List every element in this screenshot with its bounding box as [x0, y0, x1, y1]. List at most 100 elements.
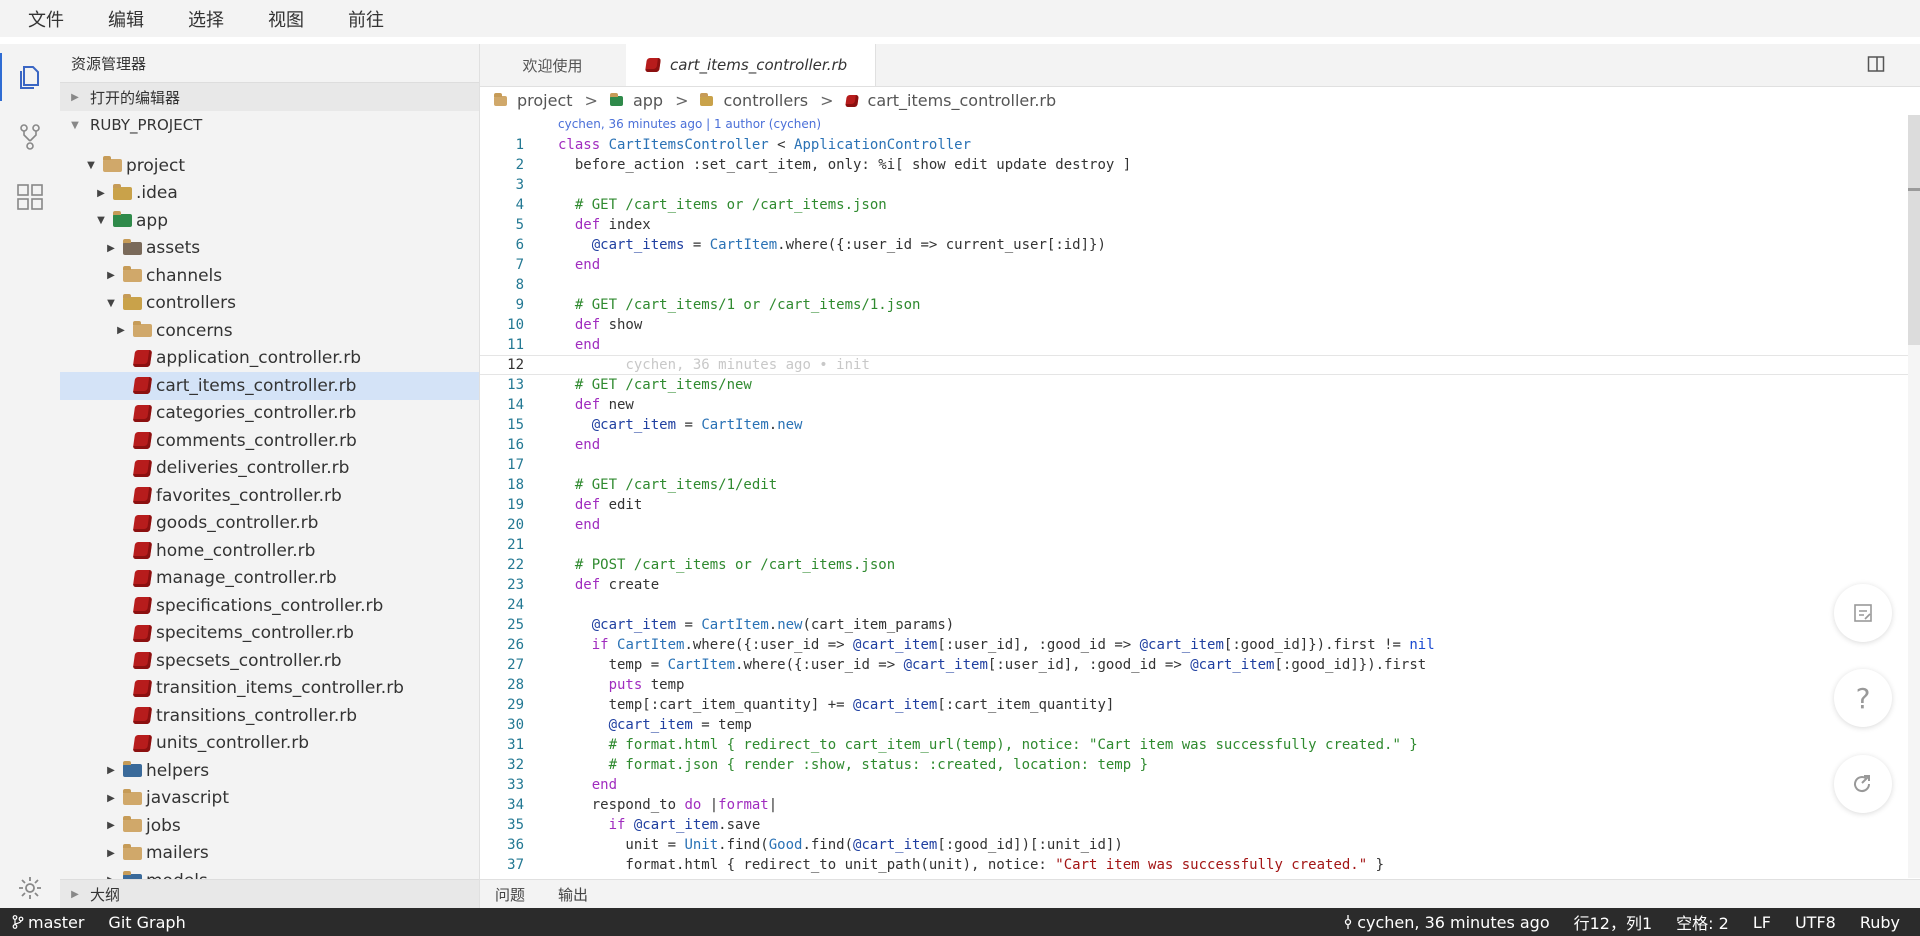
code-line[interactable]: 12 cychen, 36 minutes ago • init	[480, 355, 1908, 375]
tree-item[interactable]: ▼ app	[60, 207, 479, 235]
branch-status[interactable]: master	[12, 913, 84, 932]
code-line[interactable]: 25 @cart_item = CartItem.new(cart_item_p…	[480, 615, 1908, 635]
menu-view[interactable]: 视图	[268, 6, 304, 32]
code-line[interactable]: 23 def create	[480, 575, 1908, 595]
code-line[interactable]: 31 # format.html { redirect_to cart_item…	[480, 735, 1908, 755]
code-line[interactable]: 2 before_action :set_cart_item, only: %i…	[480, 155, 1908, 175]
language-status[interactable]: Ruby	[1860, 913, 1900, 932]
code-line[interactable]: 16 end	[480, 435, 1908, 455]
tree-item[interactable]: ▼ project	[60, 152, 479, 180]
share-button[interactable]	[1834, 755, 1892, 813]
tab-problems[interactable]: 问题	[495, 884, 525, 905]
code-line[interactable]: 9 # GET /cart_items/1 or /cart_items/1.j…	[480, 295, 1908, 315]
tree-item[interactable]: comments_controller.rb	[60, 427, 479, 455]
project-root-section[interactable]: ▼ RUBY_PROJECT	[60, 111, 479, 139]
code-line[interactable]: 5 def index	[480, 215, 1908, 235]
tree-item[interactable]: specifications_controller.rb	[60, 592, 479, 620]
code-line[interactable]: 32 # format.json { render :show, status:…	[480, 755, 1908, 775]
tree-item[interactable]: ▶ javascript	[60, 785, 479, 813]
encoding-status[interactable]: UTF8	[1795, 913, 1836, 932]
code-line[interactable]: 33 end	[480, 775, 1908, 795]
tab-cart-items-controller[interactable]: cart_items_controller.rb	[626, 44, 876, 86]
code-line[interactable]: 11 end	[480, 335, 1908, 355]
tree-item[interactable]: ▶ jobs	[60, 812, 479, 840]
tree-item[interactable]: ▶ .idea	[60, 180, 479, 208]
breadcrumb-project[interactable]: project	[494, 91, 573, 110]
tree-item[interactable]: home_controller.rb	[60, 537, 479, 565]
code-line[interactable]: 24	[480, 595, 1908, 615]
tree-item[interactable]: units_controller.rb	[60, 730, 479, 758]
open-editors-section[interactable]: ▶ 打开的编辑器	[60, 82, 479, 111]
code-line[interactable]: 13 # GET /cart_items/new	[480, 375, 1908, 395]
menu-edit[interactable]: 编辑	[108, 6, 144, 32]
cursor-position-status[interactable]: 行12，列1	[1574, 910, 1653, 934]
code-line[interactable]: 35 if @cart_item.save	[480, 815, 1908, 835]
tree-item[interactable]: ▶ channels	[60, 262, 479, 290]
help-button[interactable]: ?	[1834, 669, 1892, 727]
split-editor-icon[interactable]	[1867, 55, 1887, 75]
settings-gear-icon[interactable]	[14, 872, 46, 904]
code-line[interactable]: 1 class CartItemsController < Application…	[480, 135, 1908, 155]
code-line[interactable]: 26 if CartItem.where({:user_id => @cart_…	[480, 635, 1908, 655]
code-line[interactable]: 18 # GET /cart_items/1/edit	[480, 475, 1908, 495]
code-line[interactable]: 34 respond_to do |format|	[480, 795, 1908, 815]
code-line[interactable]: 29 temp[:cart_item_quantity] += @cart_it…	[480, 695, 1908, 715]
code-line[interactable]: 17	[480, 455, 1908, 475]
git-graph-status[interactable]: Git Graph	[108, 913, 185, 932]
tree-item[interactable]: categories_controller.rb	[60, 400, 479, 428]
code-line[interactable]: 19 def edit	[480, 495, 1908, 515]
tree-item[interactable]: manage_controller.rb	[60, 565, 479, 593]
code-text: # format.json { render :show, status: :c…	[558, 757, 1149, 773]
breadcrumb-controllers[interactable]: controllers	[700, 91, 808, 110]
code-line[interactable]: 20 end	[480, 515, 1908, 535]
code-line[interactable]: 27 temp = CartItem.where({:user_id => @c…	[480, 655, 1908, 675]
code-line[interactable]: 14 def new	[480, 395, 1908, 415]
menu-selection[interactable]: 选择	[188, 6, 224, 32]
code-line[interactable]: 21	[480, 535, 1908, 555]
breadcrumb-app[interactable]: app	[609, 91, 663, 110]
code-editor[interactable]: cychen, 36 minutes ago | 1 author (cyche…	[480, 115, 1908, 878]
code-line[interactable]: 8	[480, 275, 1908, 295]
code-line[interactable]: 28 puts temp	[480, 675, 1908, 695]
code-line[interactable]: 30 @cart_item = temp	[480, 715, 1908, 735]
tree-item[interactable]: transitions_controller.rb	[60, 702, 479, 730]
tree-item[interactable]: ▶ assets	[60, 235, 479, 263]
code-line[interactable]: 22 # POST /cart_items or /cart_items.jso…	[480, 555, 1908, 575]
tree-item[interactable]: specitems_controller.rb	[60, 620, 479, 648]
tab-output[interactable]: 输出	[558, 884, 588, 905]
eol-status[interactable]: LF	[1753, 913, 1771, 932]
tree-item[interactable]: ▼ controllers	[60, 290, 479, 318]
tree-item[interactable]: specsets_controller.rb	[60, 647, 479, 675]
code-line[interactable]: 37 format.html { redirect_to unit_path(u…	[480, 855, 1908, 875]
code-line[interactable]: 4 # GET /cart_items or /cart_items.json	[480, 195, 1908, 215]
menu-go[interactable]: 前往	[348, 6, 384, 32]
tree-item[interactable]: application_controller.rb	[60, 345, 479, 373]
code-line[interactable]: 6 @cart_items = CartItem.where({:user_id…	[480, 235, 1908, 255]
extensions-icon[interactable]	[14, 181, 46, 213]
tree-item[interactable]: cart_items_controller.rb	[60, 372, 479, 400]
indentation-status[interactable]: 空格: 2	[1676, 910, 1729, 934]
explorer-icon[interactable]	[0, 53, 46, 101]
line-number: 32	[507, 757, 524, 773]
outline-section[interactable]: ▶ 大纲	[60, 879, 479, 908]
code-line[interactable]: 7 end	[480, 255, 1908, 275]
code-line[interactable]: 15 @cart_item = CartItem.new	[480, 415, 1908, 435]
breadcrumb-file[interactable]: cart_items_controller.rb	[844, 91, 1056, 110]
feedback-button[interactable]	[1834, 584, 1892, 642]
blame-header[interactable]: cychen, 36 minutes ago | 1 author (cyche…	[558, 117, 821, 131]
blame-status[interactable]: cychen, 36 minutes ago	[1343, 913, 1550, 932]
tree-item[interactable]: deliveries_controller.rb	[60, 455, 479, 483]
tree-item[interactable]: favorites_controller.rb	[60, 482, 479, 510]
menu-file[interactable]: 文件	[28, 6, 64, 32]
tree-item[interactable]: ▶ concerns	[60, 317, 479, 345]
source-control-icon[interactable]	[14, 121, 46, 153]
tree-item[interactable]: goods_controller.rb	[60, 510, 479, 538]
code-line[interactable]: 36 unit = Unit.find(Good.find(@cart_item…	[480, 835, 1908, 855]
code-line[interactable]: 10 def show	[480, 315, 1908, 335]
editor-scrollbar-thumb[interactable]	[1908, 115, 1920, 345]
tree-item[interactable]: transition_items_controller.rb	[60, 675, 479, 703]
tab-welcome[interactable]: 欢迎使用	[480, 44, 625, 86]
tree-item[interactable]: ▶ mailers	[60, 840, 479, 868]
code-line[interactable]: 3	[480, 175, 1908, 195]
tree-item[interactable]: ▶ helpers	[60, 757, 479, 785]
